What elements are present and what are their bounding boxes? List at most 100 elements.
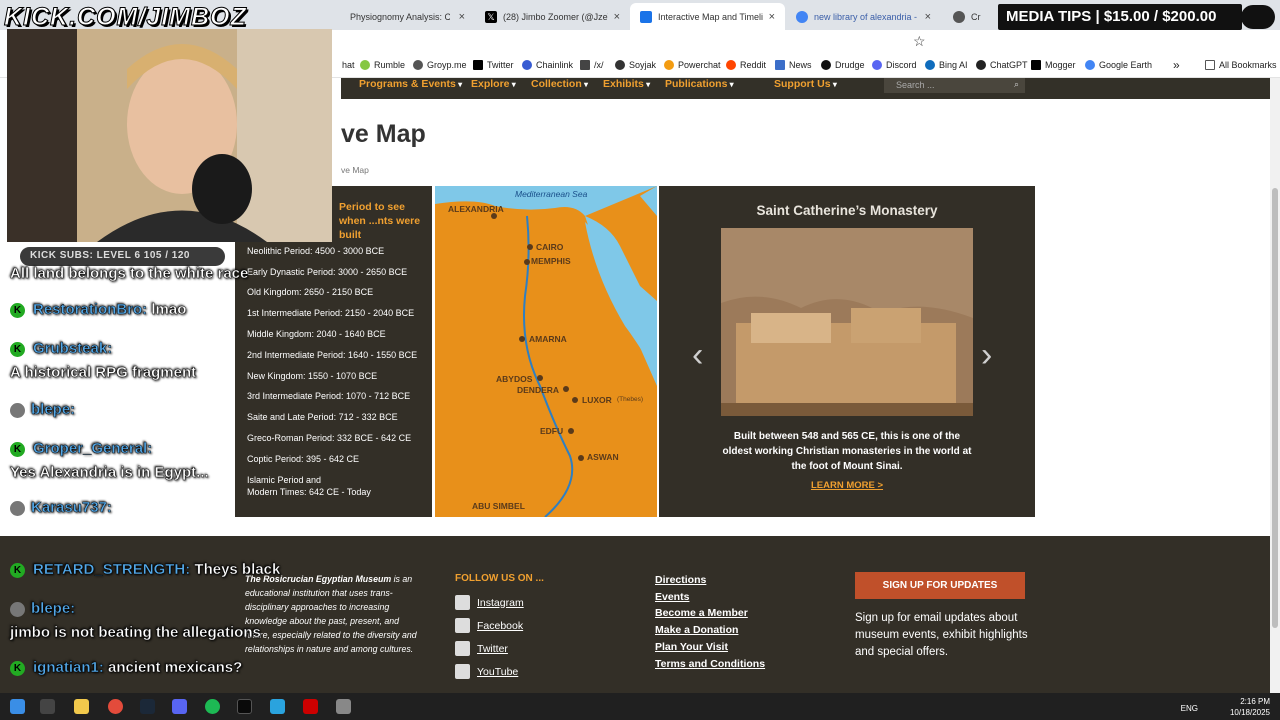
period-early-dynastic[interactable]: Early Dynastic Period: 3000 - 2650 BCE (247, 266, 407, 278)
bookmark-item[interactable]: Chainlink (522, 60, 573, 70)
bookmark-star-icon[interactable]: ☆ (913, 33, 926, 50)
period-2nd-intermediate[interactable]: 2nd Intermediate Period: 1640 - 1550 BCE (247, 349, 417, 361)
nav-support-us[interactable]: Support Us (774, 78, 837, 90)
map-label-memphis[interactable]: MEMPHIS (531, 256, 571, 266)
footer-link-directions[interactable]: Directions (655, 574, 706, 586)
terminal-icon[interactable] (237, 699, 252, 714)
tab-physiognomy[interactable]: Physiognomy Analysis: Candace × (340, 3, 475, 30)
bookmark-item[interactable]: ChatGPT (976, 60, 1028, 70)
map-marker[interactable] (519, 336, 525, 342)
social-youtube-link[interactable]: YouTube (455, 664, 518, 679)
language-indicator[interactable]: ENG (1181, 703, 1198, 714)
system-tray: ENG 2:16 PM 10/18/2025 (1181, 696, 1270, 718)
slider-prev-arrow[interactable]: ‹ (692, 336, 703, 375)
bookmark-item[interactable]: Mogger (1031, 60, 1076, 70)
chrome-icon[interactable] (108, 699, 123, 714)
nav-explore[interactable]: Explore (471, 78, 516, 90)
period-saite-late[interactable]: Saite and Late Period: 712 - 332 BCE (247, 411, 398, 423)
breadcrumb[interactable]: ve Map (341, 165, 369, 175)
map-label-edfu[interactable]: EDFU (540, 426, 563, 436)
map-marker[interactable] (537, 375, 543, 381)
footer-link-donation[interactable]: Make a Donation (655, 624, 738, 636)
close-icon[interactable]: × (608, 11, 620, 23)
period-1st-intermediate[interactable]: 1st Intermediate Period: 2150 - 2040 BCE (247, 307, 414, 319)
nav-programs-events[interactable]: Programs & Events (359, 78, 462, 90)
all-bookmarks-button[interactable]: All Bookmarks (1205, 60, 1277, 70)
folder-icon (1205, 60, 1215, 70)
clock-date[interactable]: 10/18/2025 (1230, 707, 1270, 718)
tab-interactive-map[interactable]: Interactive Map and Timeline × (630, 3, 785, 30)
app-icon[interactable] (303, 699, 318, 714)
nav-exhibits[interactable]: Exhibits (603, 78, 650, 90)
clock-time[interactable]: 2:16 PM (1230, 696, 1270, 707)
spotify-icon[interactable] (205, 699, 220, 714)
map-marker[interactable] (572, 397, 578, 403)
search-input[interactable]: Search ... ⌕ (884, 78, 1025, 93)
signup-button[interactable]: SIGN UP FOR UPDATES (855, 572, 1025, 599)
bookmark-item[interactable]: hat (342, 60, 355, 70)
period-greco-roman[interactable]: Greco-Roman Period: 332 BCE - 642 CE (247, 432, 411, 444)
tab-google-search[interactable]: new library of alexandria - Go × (786, 3, 941, 30)
close-icon[interactable]: × (763, 11, 775, 23)
social-instagram-link[interactable]: Instagram (455, 595, 524, 610)
learn-more-link[interactable]: LEARN MORE > (659, 480, 1035, 491)
map-label-aswan[interactable]: ASWAN (587, 452, 619, 462)
map-marker[interactable] (568, 428, 574, 434)
period-new-kingdom[interactable]: New Kingdom: 1550 - 1070 BCE (247, 370, 377, 382)
steam-icon[interactable] (140, 699, 155, 714)
bookmark-item[interactable]: Rumble (360, 60, 405, 70)
nav-collection[interactable]: Collection (531, 78, 588, 90)
footer-link-events[interactable]: Events (655, 591, 689, 603)
bookmark-item[interactable]: Reddit (726, 60, 766, 70)
tab-jimbo-zoomer[interactable]: 𝕏 (28) Jimbo Zoomer (@JzeView) × (475, 3, 630, 30)
close-icon[interactable]: × (919, 11, 931, 23)
period-3rd-intermediate[interactable]: 3rd Intermediate Period: 1070 - 712 BCE (247, 390, 410, 402)
social-twitter-link[interactable]: Twitter (455, 641, 508, 656)
nav-publications[interactable]: Publications (665, 78, 734, 90)
map-label-dendera[interactable]: DENDERA (517, 385, 559, 395)
footer-link-membership[interactable]: Become a Member (655, 607, 748, 619)
period-middle-kingdom[interactable]: Middle Kingdom: 2040 - 1640 BCE (247, 328, 386, 340)
footer-link-terms[interactable]: Terms and Conditions (655, 658, 765, 670)
social-facebook-link[interactable]: Facebook (455, 618, 523, 633)
map-label-alexandria[interactable]: ALEXANDRIA (448, 204, 504, 214)
map-label-abydos[interactable]: ABYDOS (496, 374, 532, 384)
chat-message: K Grubsteak: (10, 340, 112, 357)
search-icon[interactable]: ⌕ (1014, 79, 1019, 90)
bookmark-item[interactable]: Powerchat (664, 60, 721, 70)
map-label-amarna[interactable]: AMARNA (529, 334, 567, 344)
discord-icon[interactable] (172, 699, 187, 714)
scrollbar-thumb[interactable] (1272, 188, 1278, 628)
map-marker[interactable] (578, 455, 584, 461)
bookmark-item[interactable]: News (775, 60, 812, 70)
period-islamic[interactable]: Islamic Period and Modern Times: 642 CE … (247, 474, 371, 498)
telegram-icon[interactable] (270, 699, 285, 714)
map-marker[interactable] (563, 386, 569, 392)
tab-cr[interactable]: Cr (943, 3, 993, 30)
app-icon[interactable] (336, 699, 351, 714)
period-coptic[interactable]: Coptic Period: 395 - 642 CE (247, 453, 359, 465)
bookmarks-overflow-button[interactable]: » (1173, 58, 1180, 72)
bookmark-item[interactable]: Soyjak (615, 60, 656, 70)
footer-link-plan-visit[interactable]: Plan Your Visit (655, 641, 728, 653)
egypt-map[interactable]: Mediterranean Sea ALEXANDRIA CAIRO MEMPH… (435, 186, 657, 517)
task-view-icon[interactable] (40, 699, 55, 714)
period-old-kingdom[interactable]: Old Kingdom: 2650 - 2150 BCE (247, 286, 373, 298)
period-neolithic[interactable]: Neolithic Period: 4500 - 3000 BCE (247, 245, 384, 257)
bookmark-item[interactable]: /x/ (580, 60, 604, 70)
bookmark-item[interactable]: Drudge (821, 60, 865, 70)
bookmark-item[interactable]: Discord (872, 60, 917, 70)
bookmark-item[interactable]: Bing AI (925, 60, 968, 70)
map-label-abu-simbel[interactable]: ABU SIMBEL (472, 501, 525, 511)
map-marker[interactable] (527, 244, 533, 250)
bookmark-item[interactable]: Twitter (473, 60, 514, 70)
start-icon[interactable] (10, 699, 25, 714)
map-label-luxor[interactable]: LUXOR (582, 395, 612, 405)
bookmark-item[interactable]: Groyp.me (413, 60, 467, 70)
map-label-cairo[interactable]: CAIRO (536, 242, 563, 252)
map-marker[interactable] (524, 259, 530, 265)
slider-next-arrow[interactable]: › (981, 336, 992, 375)
close-icon[interactable]: × (453, 11, 465, 23)
file-explorer-icon[interactable] (74, 699, 89, 714)
bookmark-item[interactable]: Google Earth (1085, 60, 1152, 70)
